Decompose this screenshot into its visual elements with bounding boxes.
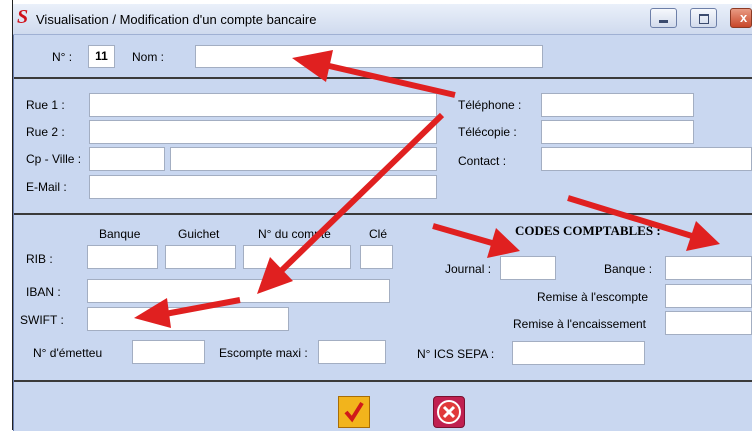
annotation-arrow-to-name	[292, 50, 456, 98]
annotation-arrow-to-journal	[432, 223, 520, 258]
annotation-arrows	[134, 50, 720, 328]
annotation-arrow-to-swift	[134, 297, 241, 328]
annotation-arrow-to-bank-account	[567, 195, 720, 251]
annotation-arrow-to-iban	[257, 112, 445, 294]
